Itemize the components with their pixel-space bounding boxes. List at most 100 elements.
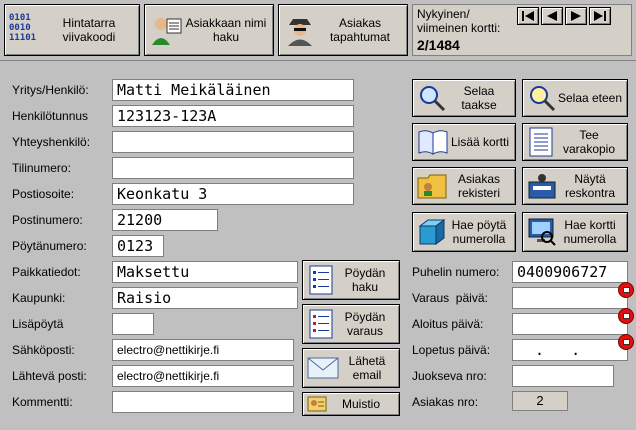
memo-button[interactable]: Muistio [302,392,400,416]
record-info-value: 2/1484 [417,37,460,53]
browse-back-button[interactable]: Selaa taakse [412,79,516,117]
serial-field[interactable] [512,365,614,387]
table-label: Pöytänumero: [12,239,87,253]
email-label: Sähköposti: [12,343,75,357]
barcode-button[interactable]: 0101 0010 11101 Hintatarra viivakoodi [4,4,140,56]
comment-label: Kommentti: [12,395,73,409]
customer-events-label: Asiakas tapahtumat [329,16,391,44]
phone-label: Puhelin numero: [412,265,500,279]
sending-email-field[interactable]: electro@nettikirje.fi [112,365,294,387]
send-email-label: Lähetä email [348,354,386,382]
fetch-table-button[interactable]: Hae pöytä numerolla [412,212,516,252]
backup-label: Tee varakopio [562,128,616,156]
last-record-button[interactable] [589,7,611,25]
browse-forward-button[interactable]: Selaa eteen [522,79,628,117]
book-icon [418,130,448,155]
list-icon [309,265,333,295]
phone-field[interactable]: 0400906727 [512,261,628,283]
show-ledger-button[interactable]: Näytä reskontra [522,167,628,205]
city-label: Kaupunki: [12,291,66,305]
name-search-label: Asiakkaan nimi haku [185,16,267,44]
account-label: Tilinumero: [12,161,71,175]
barcode-icon: 0101 0010 11101 [9,13,37,43]
fetch-card-label: Hae kortti numerolla [563,218,617,246]
prev-record-button[interactable] [541,7,563,25]
person-search-icon [152,18,182,45]
contact-card-icon [307,396,327,412]
account-field[interactable] [112,157,354,179]
browse-back-label: Selaa taakse [461,84,497,112]
monitor-search-icon [528,218,556,246]
calendar-button-start[interactable] [618,308,634,324]
contact-label: Yhteyshenkilö: [12,135,91,149]
reservation-date-field[interactable] [512,287,628,309]
list-icon [309,309,333,339]
cube-icon [418,219,446,245]
send-email-button[interactable]: Lähetä email [302,348,400,388]
add-card-label: Lisää kortti [450,135,510,149]
postcode-label: Postinumero: [12,213,83,227]
contact-field[interactable] [112,131,354,153]
place-info-field[interactable]: Maksettu [112,261,298,283]
calendar-icon [622,313,630,319]
backup-button[interactable]: Tee varakopio [522,123,628,161]
calendar-icon [622,287,630,293]
divider [0,60,636,61]
id-label: Henkilötunnus [12,109,89,123]
extra-table-field[interactable] [112,313,154,335]
start-date-field[interactable] [512,313,628,335]
barcode-button-label: Hintatarra viivakoodi [62,16,116,44]
table-search-label: Pöydän haku [344,266,386,294]
name-search-button[interactable]: Asiakkaan nimi haku [144,4,274,56]
folder-contact-icon [417,174,447,199]
magnifier-icon [420,86,446,112]
table-search-button[interactable]: Pöydän haku [302,260,400,300]
calendar-button-end[interactable] [618,334,634,350]
customer-registry-label: Asiakas rekisteri [457,172,501,200]
address-field[interactable]: Keonkatu 3 [112,183,354,205]
show-ledger-label: Näytä reskontra [564,172,616,200]
prev-icon [547,11,557,21]
place-info-label: Paikkatiedot: [12,265,81,279]
document-icon [529,127,553,157]
company-label: Yritys/Henkilö: [12,83,89,97]
customer-no-label: Asiakas nro: [412,395,479,409]
reservation-date-label: Varaus päivä: [412,291,488,305]
fetch-card-button[interactable]: Hae kortti numerolla [522,212,628,252]
postcode-field[interactable]: 21200 [112,209,218,231]
memo-label: Muistio [341,397,380,411]
customer-registry-button[interactable]: Asiakas rekisteri [412,167,516,205]
record-info-panel: Nykyinen/ viimeinen kortti: 2/1484 [412,4,632,56]
table-field[interactable]: 0123 [112,235,164,257]
next-icon [571,11,581,21]
ledger-icon [528,174,556,199]
company-field[interactable]: Matti Meikäläinen [112,79,354,101]
customer-events-button[interactable]: Asiakas tapahtumat [278,4,408,56]
end-date-label: Lopetus päivä: [412,343,491,357]
magnifier-icon [530,86,556,112]
record-info-label: Nykyinen/ viimeinen kortti: [417,7,501,35]
spy-icon [288,19,312,46]
city-field[interactable]: Raisio [112,287,298,309]
envelope-icon [307,357,339,379]
last-icon [594,11,606,21]
id-field[interactable]: 123123-123A [112,105,354,127]
serial-label: Juokseva nro: [412,369,487,383]
calendar-button-reservation[interactable] [618,282,634,298]
browse-forward-label: Selaa eteen [557,91,623,105]
first-icon [522,11,534,21]
next-record-button[interactable] [565,7,587,25]
end-date-field[interactable]: . . [512,339,628,361]
start-date-label: Aloitus päivä: [412,317,484,331]
sending-email-label: Lähtevä posti: [12,369,87,383]
calendar-icon [622,339,630,345]
table-reservation-button[interactable]: Pöydän varaus [302,304,400,344]
address-label: Postiosoite: [12,187,75,201]
add-card-button[interactable]: Lisää kortti [412,123,516,161]
comment-field[interactable] [112,391,294,413]
customer-no-value: 2 [512,391,568,411]
fetch-table-label: Hae pöytä numerolla [451,218,507,246]
extra-table-label: Lisäpöytä [12,317,64,331]
email-field[interactable]: electro@nettikirje.fi [112,339,294,361]
first-record-button[interactable] [517,7,539,25]
